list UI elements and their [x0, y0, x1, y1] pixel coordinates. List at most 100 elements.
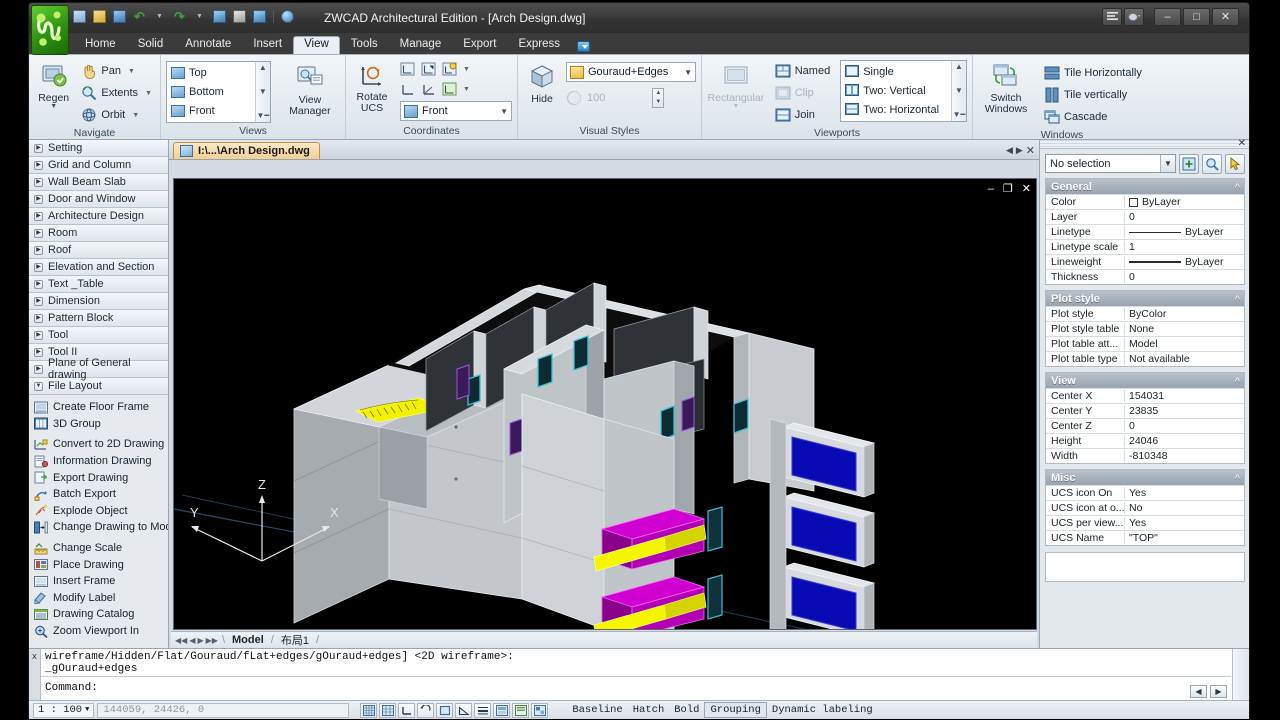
qat-open-file-button[interactable]: [91, 8, 108, 25]
rectangular-viewport-button[interactable]: Rectangular ▼: [707, 59, 765, 110]
close-button[interactable]: ✕: [1212, 8, 1239, 26]
join-viewport-button[interactable]: Join: [772, 104, 833, 126]
qat-plot-preview-button[interactable]: [211, 8, 228, 25]
property-row-lineweight[interactable]: Lineweight ByLayer: [1046, 254, 1244, 269]
theme-button[interactable]: [1124, 8, 1144, 26]
layout-tab-model[interactable]: Model: [225, 634, 271, 646]
viewport-config-list[interactable]: Single Two: Vertical: [840, 60, 967, 122]
command-nav-left[interactable]: ◀: [1190, 685, 1207, 698]
section-header-view[interactable]: View ^: [1046, 373, 1244, 388]
grid-icon[interactable]: [360, 703, 377, 718]
qat-new-file-button[interactable]: [71, 8, 88, 25]
qat-help-button[interactable]: [279, 8, 296, 25]
chevron-down-icon[interactable]: ▼: [463, 66, 470, 73]
palette-item-pattern-block[interactable]: ▶ Pattern Block: [29, 310, 168, 327]
tab-manage[interactable]: Manage: [389, 36, 453, 55]
property-row-plot-table-type[interactable]: Plot table type Not available: [1046, 351, 1244, 366]
palette-cmd-zoom-viewport-in[interactable]: Zoom Viewport In: [29, 623, 168, 640]
ucs-combo[interactable]: Front ▼: [400, 101, 512, 121]
pan-button[interactable]: Pan ▼: [78, 60, 155, 82]
extents-button[interactable]: Extents ▼: [78, 82, 155, 104]
osnap-icon[interactable]: [436, 703, 453, 718]
ortho-icon[interactable]: [398, 703, 415, 718]
tab-prev-button[interactable]: ◀: [1006, 145, 1013, 156]
coordinate-display[interactable]: 144059, 24426, 0: [97, 703, 349, 718]
views-list[interactable]: Top Bottom Front ▲: [166, 61, 271, 123]
viewport-close-button[interactable]: ✕: [1022, 184, 1031, 195]
visual-style-combo[interactable]: Gouraud+Edges ▼: [566, 62, 696, 82]
scroll-up-icon[interactable]: ▲: [259, 64, 267, 72]
tab-view[interactable]: View: [293, 36, 340, 55]
toggle-bold[interactable]: Bold: [669, 703, 704, 717]
switch-windows-button[interactable]: Switch Windows: [978, 59, 1034, 115]
maximize-button[interactable]: □: [1183, 8, 1210, 26]
tab-home[interactable]: Home: [74, 36, 127, 55]
palette-cmd-insert-frame[interactable]: Insert Frame: [29, 573, 168, 590]
tab-insert[interactable]: Insert: [242, 36, 293, 55]
section-header-misc[interactable]: Misc ^: [1046, 470, 1244, 485]
palette-item-dimension[interactable]: ▶ Dimension: [29, 293, 168, 310]
viewport-option-single[interactable]: Single: [841, 62, 951, 81]
tab-tools[interactable]: Tools: [340, 36, 389, 55]
select-objects-button[interactable]: [1202, 154, 1222, 174]
rotate-ucs-button[interactable]: Rotate UCS: [351, 58, 393, 114]
palette-cmd-convert-to-2d-drawing[interactable]: Convert to 2D Drawing: [29, 436, 168, 453]
palette-cmd-export-drawing[interactable]: Export Drawing: [29, 469, 168, 486]
layout-next-icon[interactable]: ▶: [197, 636, 203, 645]
layout-nav-buttons[interactable]: ◀◀ ◀ ▶ ▶▶: [171, 636, 222, 645]
ucs-named-icon[interactable]: [442, 62, 458, 77]
palette-cmd-explode-object[interactable]: Explode Object: [29, 503, 168, 520]
ucs-axis-icon[interactable]: [421, 82, 437, 97]
tab-solid[interactable]: Solid: [127, 36, 175, 55]
palette-item-text-table[interactable]: ▶ Text _Table: [29, 276, 168, 293]
property-row-plot-table-att[interactable]: Plot table att... Model: [1046, 336, 1244, 351]
qat-print-button[interactable]: [231, 8, 248, 25]
viewport-list-scrollbar[interactable]: ▲ ▼ ▼━: [951, 61, 966, 121]
chevron-down-icon[interactable]: ▼: [85, 706, 89, 714]
hide-button[interactable]: Hide: [523, 60, 561, 105]
palette-item-door-and-window[interactable]: ▶ Door and Window: [29, 191, 168, 208]
palette-cmd-information-drawing[interactable]: Information Drawing: [29, 453, 168, 470]
palette-cmd-drawing-catalog[interactable]: Drawing Catalog: [29, 606, 168, 623]
property-row-plot-style-table[interactable]: Plot style table None: [1046, 321, 1244, 336]
chevron-down-icon[interactable]: ▼: [463, 86, 470, 93]
palette-cmd-create-floor-frame[interactable]: Create Floor Frame: [29, 399, 168, 416]
palette-cmd-change-drawing-to-model[interactable]: Change Drawing to Model: [29, 519, 168, 536]
palette-cmd-3d-group[interactable]: 3D Group: [29, 416, 168, 433]
quick-select-button[interactable]: [1179, 154, 1199, 174]
palette-cmd-place-drawing[interactable]: Place Drawing: [29, 556, 168, 573]
scroll-down-icon[interactable]: ▼: [259, 88, 267, 96]
scroll-up-icon[interactable]: ▲: [955, 63, 963, 71]
model-space-icon[interactable]: [493, 703, 510, 718]
tab-express[interactable]: Express: [507, 36, 571, 55]
palette-item-roof[interactable]: ▶ Roof: [29, 242, 168, 259]
palette-item-grid-and-column[interactable]: ▶ Grid and Column: [29, 157, 168, 174]
cascade-button[interactable]: Cascade: [1041, 106, 1145, 128]
chevron-down-icon[interactable]: ▼: [1160, 155, 1175, 172]
viewport-option-two-vertical[interactable]: Two: Vertical: [841, 81, 951, 100]
palette-item-room[interactable]: ▶ Room: [29, 225, 168, 242]
palette-item-tool[interactable]: ▶ Tool: [29, 327, 168, 344]
toggle-baseline[interactable]: Baseline: [567, 703, 627, 717]
property-row-ucs-icon-on[interactable]: UCS icon On Yes: [1046, 485, 1244, 500]
property-row-ucs-name[interactable]: UCS Name "TOP": [1046, 530, 1244, 545]
property-row-center-y[interactable]: Center Y 23835: [1046, 403, 1244, 418]
orbit-button[interactable]: Orbit ▼: [78, 104, 155, 126]
toggle-grouping[interactable]: Grouping: [704, 702, 766, 718]
command-body[interactable]: wireframe/Hidden/Flat/Gouraud/fLat+edges…: [41, 649, 1249, 700]
palette-item-wall-beam-slab[interactable]: ▶ Wall Beam Slab: [29, 174, 168, 191]
scroll-end-icon[interactable]: ▼━: [256, 112, 269, 120]
pick-point-button[interactable]: [1225, 154, 1245, 174]
palette-cmd-modify-label[interactable]: Modify Label: [29, 590, 168, 607]
viewport-minimize-button[interactable]: –: [988, 184, 994, 195]
property-row-width[interactable]: Width -810348: [1046, 448, 1244, 463]
quick-properties-icon[interactable]: [512, 703, 529, 718]
polar-icon[interactable]: [417, 703, 434, 718]
drawing-canvas[interactable]: Z X Y: [173, 178, 1037, 630]
qat-undo-dropdown[interactable]: ▼: [151, 8, 168, 25]
toggle-hatch[interactable]: Hatch: [628, 703, 670, 717]
view-option-front[interactable]: Front: [167, 101, 255, 120]
minimize-button[interactable]: –: [1154, 8, 1181, 26]
layout-last-icon[interactable]: ▶▶: [206, 636, 218, 645]
properties-grip[interactable]: ✕: [1040, 140, 1249, 149]
